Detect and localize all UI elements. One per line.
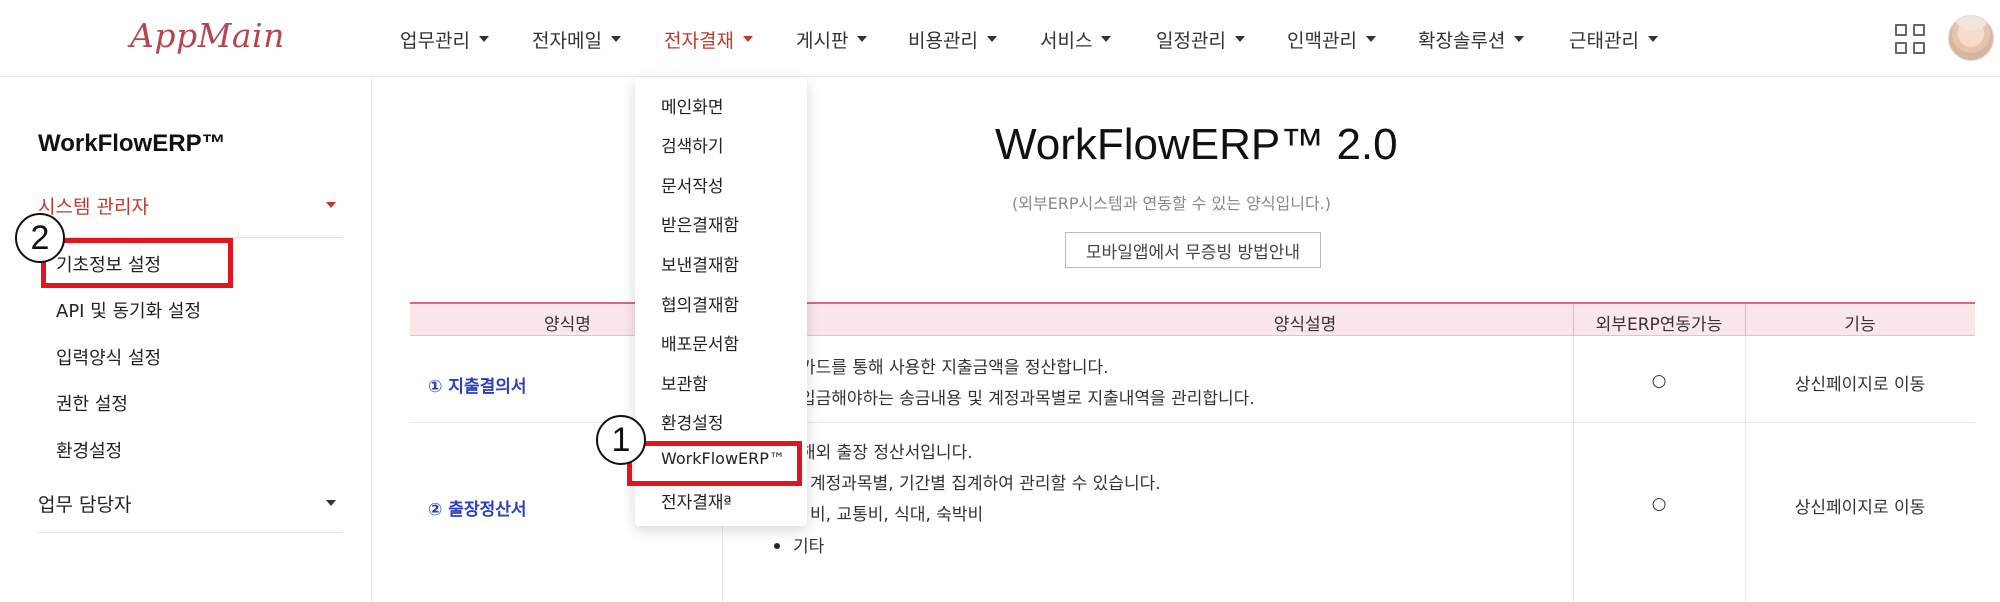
menu-item-sent[interactable]: 보낸결재함 [661,251,739,276]
table-cell-description: 기타 [793,537,825,557]
sidebar-group-label: 업무 담당자 [38,493,132,516]
nav-label: 서비스 [1040,29,1093,52]
sidebar-group-manager[interactable]: 업무 담당자 [38,488,340,518]
sidebar-item-api-sync[interactable]: API 및 동기화 설정 [56,297,201,323]
menu-item-search[interactable]: 검색하기 [661,132,724,157]
nav-item-schedule[interactable]: 일정관리 [1156,24,1245,54]
caret-down-icon [1101,36,1112,42]
nav-label: 인맥관리 [1287,29,1357,52]
menu-item-settings[interactable]: 환경설정 [661,409,724,434]
caret-down-icon [1234,36,1245,42]
nav-label: 업무관리 [400,29,470,52]
nav-item-attendance[interactable]: 근태관리 [1569,24,1658,54]
table-cell-description: 카드를 통해 사용한 지출금액을 정산합니다. [800,358,1109,378]
step-marker-1: 1 [596,415,646,465]
column-header-erp: 외부ERP연동가능 [1595,315,1723,335]
table-cell-description: 입금해야하는 송금내용 및 계정과목별로 지출내역을 관리합니다. [800,389,1255,409]
sidebar-group-label: 시스템 관리자 [38,195,149,218]
nav-item-approval[interactable]: 전자결재 [664,24,753,54]
grid-apps-icon[interactable] [1895,24,1925,54]
table-cell-description: 해외 출장 정산서입니다. [800,443,973,463]
menu-item-distribution[interactable]: 배포문서함 [661,330,739,355]
menu-item-main[interactable]: 메인화면 [661,93,724,118]
form-link-business-trip[interactable]: ② 출장정산서 [428,495,527,520]
nav-label: 전자결재 [664,29,734,52]
menu-item-approval-a[interactable]: 전자결재ª [661,488,732,513]
nav-label: 확장솔루션 [1418,29,1506,52]
nav-label: 일정관리 [1156,29,1226,52]
left-sidebar: WorkFlowERP™ 시스템 관리자 기초정보 설정 API 및 동기화 설… [0,78,372,602]
nav-label: 전자메일 [532,29,602,52]
caret-down-icon [610,36,621,42]
nav-label: 근태관리 [1569,29,1639,52]
sidebar-title: WorkFlowERP™ [38,130,226,157]
caret-down-icon [986,36,997,42]
nav-item-extensions[interactable]: 확장솔루션 [1418,24,1525,54]
caret-down-icon [742,36,753,42]
table-cell-description: 계정과목별, 기간별 집계하여 관리할 수 있습니다. [810,474,1161,494]
page-title: WorkFlowERP™ 2.0 [995,120,1398,169]
go-to-submit-button[interactable]: 상신페이지로 이동 [1745,493,1975,518]
caret-down-icon [1514,36,1525,42]
menu-item-received[interactable]: 받은결재함 [661,211,739,236]
nav-item-board[interactable]: 게시판 [796,24,868,54]
sidebar-item-input-form[interactable]: 입력양식 설정 [56,344,161,370]
caret-down-icon [1365,36,1376,42]
highlight-box-basic-info [41,238,233,288]
caret-down-icon [326,500,336,506]
table-cell-erp: ○ [1651,494,1667,514]
menu-item-archive[interactable]: 보관함 [661,370,708,395]
caret-down-icon [326,202,336,208]
bullet-icon [774,543,780,549]
nav-item-work[interactable]: 업무관리 [400,24,489,54]
top-navigation-bar: AppMain 업무관리 전자메일 전자결재 게시판 비용관리 서비스 일정관리… [0,0,2000,77]
sidebar-item-permissions[interactable]: 권한 설정 [56,390,128,416]
caret-down-icon [1647,36,1658,42]
menu-item-write[interactable]: 문서작성 [661,172,724,197]
app-logo[interactable]: AppMain [130,16,285,55]
table-cell-erp: ○ [1651,371,1667,391]
form-link-expense[interactable]: ① 지출결의서 [428,372,527,397]
sidebar-group-system-admin[interactable]: 시스템 관리자 [38,190,340,220]
nav-label: 게시판 [796,29,849,52]
divider [38,532,342,533]
table-cell-description: 비, 교통비, 식대, 숙박비 [810,505,984,525]
nav-item-service[interactable]: 서비스 [1040,24,1112,54]
nav-item-email[interactable]: 전자메일 [532,24,621,54]
menu-item-consult[interactable]: 협의결재함 [661,291,739,316]
nav-label: 비용관리 [908,29,978,52]
page-subtitle: (외부ERP시스템과 연동할 수 있는 양식입니다.) [1012,194,1332,213]
caret-down-icon [857,36,868,42]
divider [1745,304,1746,338]
mobile-guide-button[interactable]: 모바일앱에서 무증빙 방법안내 [1065,232,1321,268]
go-to-submit-button[interactable]: 상신페이지로 이동 [1745,370,1975,395]
step-marker-2: 2 [15,213,65,263]
nav-item-expense[interactable]: 비용관리 [908,24,997,54]
highlight-box-workflowerp [627,441,802,486]
nav-item-contacts[interactable]: 인맥관리 [1287,24,1376,54]
sidebar-item-settings[interactable]: 환경설정 [56,437,122,463]
user-avatar[interactable] [1948,15,1994,61]
column-header-action: 기능 [1844,315,1876,335]
caret-down-icon [478,36,489,42]
divider [1573,304,1574,338]
